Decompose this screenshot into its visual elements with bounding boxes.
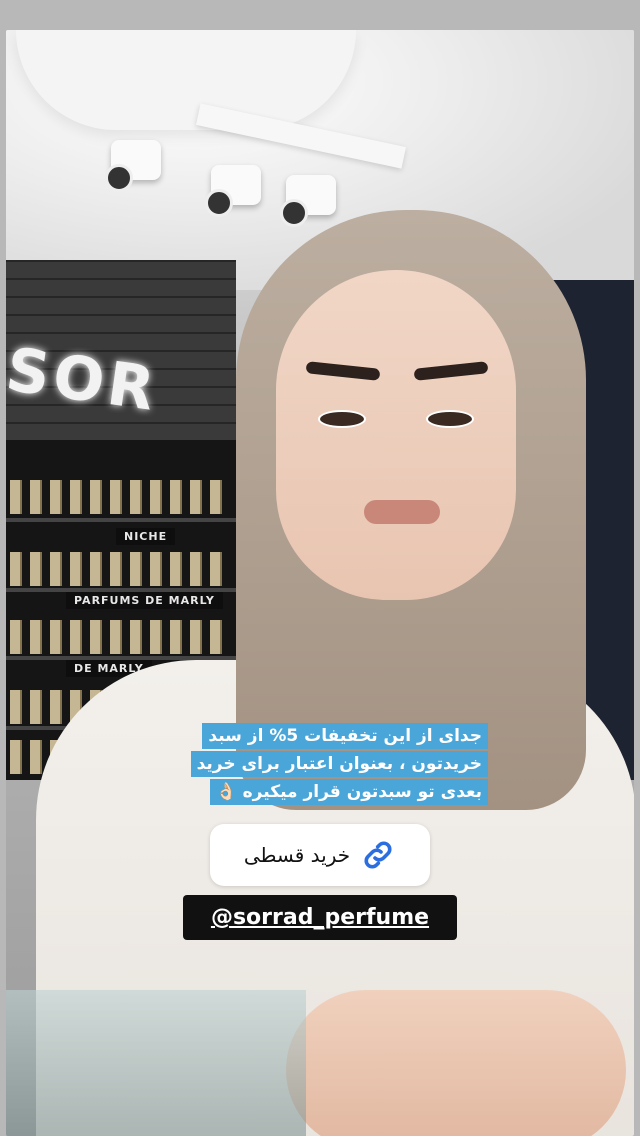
story-caption: جدای از این تخفیفات 5% از سبد خریدتون ، … bbox=[152, 722, 488, 806]
glass-counter bbox=[6, 990, 306, 1136]
mention-sticker[interactable]: @sorrad_perfume bbox=[183, 895, 457, 940]
caption-line: جدای از این تخفیفات 5% از سبد bbox=[202, 723, 488, 749]
eye bbox=[318, 410, 366, 428]
caption-line: خریدتون ، بعنوان اعتبار برای خرید bbox=[190, 751, 488, 777]
spotlight bbox=[205, 165, 261, 217]
link-sticker[interactable]: خرید قسطی bbox=[210, 824, 430, 886]
eyebrow bbox=[305, 361, 381, 381]
story-photo: SOR NICHE PARFUMS DE MARLY DE MARLY bbox=[6, 30, 634, 1136]
eyebrow bbox=[413, 361, 489, 381]
arm bbox=[286, 990, 626, 1136]
link-sticker-label: خرید قسطی bbox=[243, 843, 351, 867]
caption-line: بعدی تو سبدتون قرار میکیره 👌🏻 bbox=[209, 779, 488, 805]
link-icon bbox=[364, 841, 392, 869]
lips bbox=[364, 500, 440, 524]
ceiling-light-ring bbox=[16, 30, 356, 130]
spotlight bbox=[280, 175, 336, 227]
face bbox=[276, 270, 516, 600]
eye bbox=[426, 410, 474, 428]
mention-text: @sorrad_perfume bbox=[210, 905, 430, 930]
spotlight bbox=[105, 140, 161, 192]
story-frame: SOR NICHE PARFUMS DE MARLY DE MARLY جدای… bbox=[0, 0, 640, 1136]
